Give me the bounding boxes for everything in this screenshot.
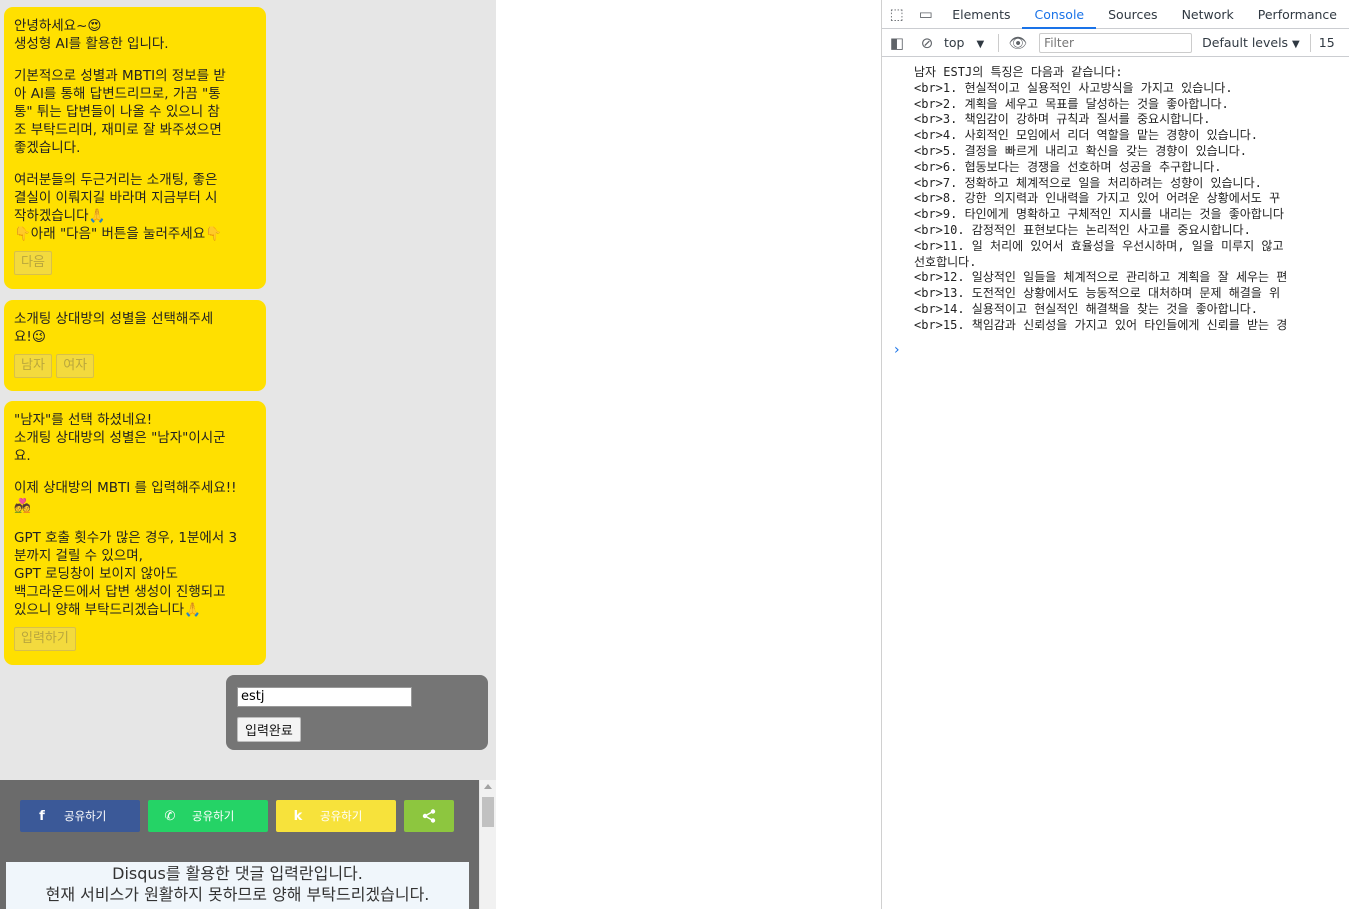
log-levels-dropdown[interactable]: Default levels ▼: [1202, 35, 1300, 50]
tab-console[interactable]: Console: [1022, 0, 1097, 29]
toolbar-divider: [998, 33, 1000, 52]
share-scrollbar[interactable]: [480, 780, 496, 909]
next-button[interactable]: 다음: [14, 251, 52, 275]
facebook-share-label: 공유하기: [64, 809, 107, 823]
chevron-down-icon: ▼: [1292, 39, 1300, 50]
disqus-line-2: 현재 서비스가 원활하지 못하므로 양해 부탁드리겠습니다.: [45, 885, 430, 904]
console-output: 남자 ESTJ의 특징은 다음과 같습니다: <br>1. 현실적이고 실용적인…: [914, 65, 1288, 332]
selection-text: "남자"를 선택 하셨네요! 소개팅 상대방의 성별은 "남자"이시군 요.: [14, 412, 226, 464]
user-reply: 입력완료: [226, 675, 488, 750]
tab-performance[interactable]: Performance: [1246, 0, 1349, 29]
whatsapp-icon: ✆: [164, 808, 176, 824]
intro-paragraph: 기본적으로 성별과 MBTI의 정보를 받 아 AI를 통해 답변드리므로, 가…: [14, 68, 226, 156]
facebook-share-button[interactable]: f 공유하기: [20, 800, 140, 832]
share-icon: [422, 809, 436, 823]
issues-count[interactable]: 15: [1319, 35, 1335, 50]
scrollbar-thumb[interactable]: [482, 797, 494, 827]
facebook-icon: f: [39, 808, 45, 824]
tab-elements[interactable]: Elements: [940, 0, 1022, 29]
intro-message: 안녕하세요~😍 생성형 AI를 활용한 입니다. 기본적으로 성별과 MBTI의…: [4, 7, 266, 289]
device-toolbar-icon[interactable]: ▭: [911, 5, 940, 23]
chevron-down-icon: ▼: [976, 39, 985, 50]
share-button[interactable]: [404, 800, 454, 832]
scroll-up-icon[interactable]: [484, 784, 492, 789]
whatsapp-share-label: 공유하기: [192, 809, 235, 823]
mbti-input[interactable]: [237, 686, 412, 707]
inspect-icon[interactable]: ⬚: [882, 5, 911, 23]
sidebar-toggle-icon[interactable]: ◧: [882, 34, 912, 52]
greeting-text: 안녕하세요~😍: [14, 18, 102, 34]
tab-network[interactable]: Network: [1170, 0, 1246, 29]
gpt-notice-text: GPT 호출 횟수가 많은 경우, 1분에서 3 분까지 걸릴 수 있으며, G…: [14, 530, 238, 618]
devtools-panel: ⬚ ▭ Elements Console Sources Network Per…: [881, 0, 1349, 909]
kakao-share-label: 공유하기: [320, 809, 363, 823]
tab-sources[interactable]: Sources: [1096, 0, 1169, 29]
context-selector[interactable]: top ▼: [944, 35, 984, 50]
gender-prompt-text: 소개팅 상대방의 성별을 선택해주세 요!😉: [14, 311, 214, 345]
submit-button[interactable]: 입력완료: [237, 716, 301, 742]
mbti-message: "남자"를 선택 하셨네요! 소개팅 상대방의 성별은 "남자"이시군 요. 이…: [4, 401, 266, 665]
share-frame: f 공유하기 ✆ 공유하기 k 공유하기 Disqus를 활용한 댓글 입력란입…: [0, 780, 479, 909]
kakao-icon: k: [293, 808, 303, 824]
input-button[interactable]: 입력하기: [14, 627, 76, 651]
disqus-notice: Disqus를 활용한 댓글 입력란입니다. 현재 서비스가 원활하지 못하므로…: [6, 862, 469, 909]
eye-icon[interactable]: 👁: [1003, 34, 1033, 52]
kakao-share-button[interactable]: k 공유하기: [276, 800, 396, 832]
context-label: top: [944, 35, 965, 50]
log-levels-label: Default levels: [1202, 35, 1289, 50]
intro-paragraph-2: 여러분들의 두근거리는 소개팅, 좋은 결실이 이뤄지길 바라며 지금부터 시 …: [14, 172, 222, 242]
mbti-prompt-text: 이제 상대방의 MBTI 를 입력해주세요!! 💑: [14, 480, 237, 514]
disqus-line-1: Disqus를 활용한 댓글 입력란입니다.: [112, 864, 363, 883]
male-button[interactable]: 남자: [14, 354, 52, 378]
console-toolbar: ◧ ⊘ top ▼ 👁 Default levels ▼ 15: [882, 29, 1349, 57]
console-prompt-icon[interactable]: ›: [894, 342, 900, 358]
clear-console-icon[interactable]: ⊘: [912, 34, 942, 52]
filter-input[interactable]: [1039, 32, 1193, 53]
female-button[interactable]: 여자: [56, 354, 95, 378]
toolbar-divider: [1309, 33, 1311, 52]
gender-message: 소개팅 상대방의 성별을 선택해주세 요!😉 남자 여자: [4, 300, 266, 391]
intro-text: 생성형 AI를 활용한 입니다.: [14, 36, 169, 52]
devtools-tabbar: ⬚ ▭ Elements Console Sources Network Per…: [882, 0, 1349, 29]
whatsapp-share-button[interactable]: ✆ 공유하기: [148, 800, 268, 832]
chat-app: 안녕하세요~😍 생성형 AI를 활용한 입니다. 기본적으로 성별과 MBTI의…: [0, 0, 496, 909]
